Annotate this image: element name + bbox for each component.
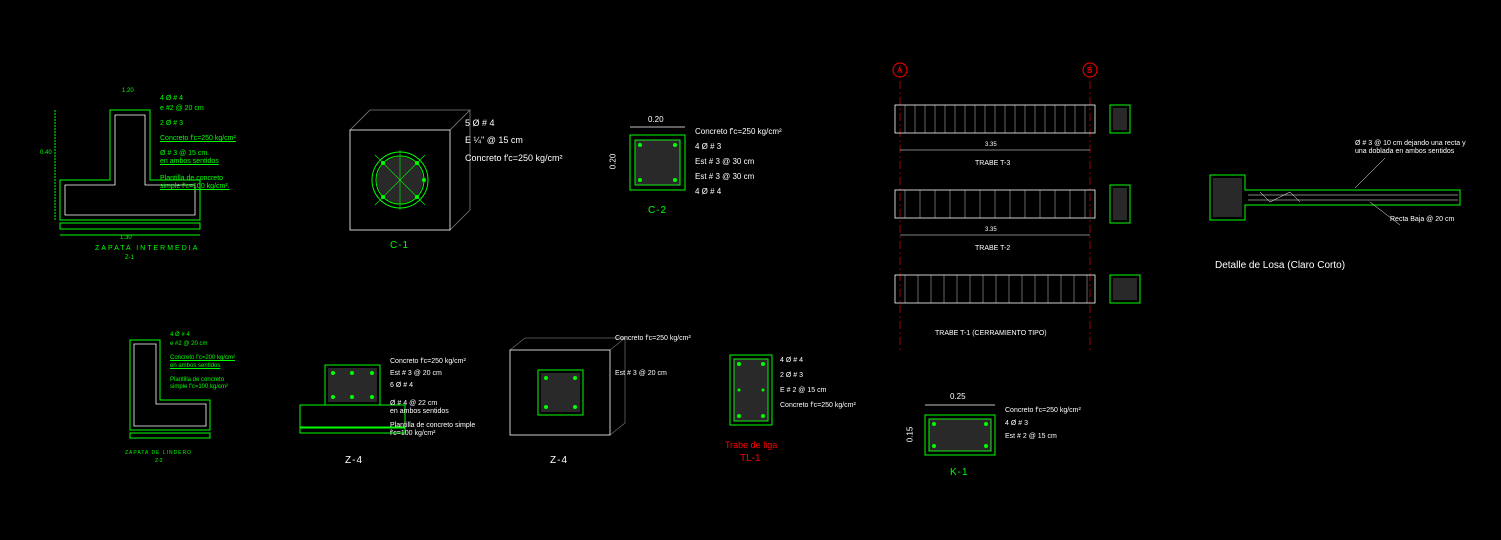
dim: 0.20 <box>648 115 664 124</box>
note: Ø # 3 @ 15 cm. <box>160 150 209 157</box>
note: e #2 @ 20 cm <box>170 341 207 347</box>
note: 5 Ø # 4 <box>465 118 495 128</box>
dim: 0.25 <box>950 392 966 401</box>
note: Recta Baja @ 20 cm <box>1390 216 1454 223</box>
note: en ambos sentidos <box>390 408 449 415</box>
note: Est # 3 @ 20 cm <box>390 370 442 377</box>
note: Concreto f'c=250 kg/cm² <box>390 358 466 365</box>
note: 4 Ø # 4 <box>780 357 803 364</box>
note: Concreto f'c=250 kg/cm² <box>160 135 236 142</box>
trabe-tl1: 4 Ø # 4 2 Ø # 3 E # 2 @ 15 cm Concreto f… <box>720 345 810 447</box>
note: 4 Ø # 4 <box>170 332 190 338</box>
dim: 3.35 <box>985 142 997 148</box>
note: Ø # 3 @ 10 cm dejando una recta y <box>1355 140 1466 147</box>
note: 4 Ø # 3 <box>695 142 721 151</box>
note: en ambos sentidos <box>170 363 220 369</box>
note: Plantilla de concreto simple <box>390 422 475 429</box>
note: en ambos sentidos <box>160 158 219 165</box>
title: ZAPATA INTERMEDIA <box>95 245 199 252</box>
trabe-t1: TRABE T-1 (CERRAMIENTO TIPO) <box>935 330 1047 337</box>
title: Z-4 <box>550 455 568 466</box>
title: C-2 <box>648 205 667 216</box>
note: 2 Ø # 3 <box>780 372 803 379</box>
column-c2: 0.20 0.20 Concreto f'c=250 kg/cm² 4 Ø # … <box>620 115 720 217</box>
dim: 0.40 <box>40 150 52 156</box>
dim: 1.20 <box>122 88 134 94</box>
note: Concreto f'c=250 kg/cm² <box>465 153 563 163</box>
note: 4 Ø # 4 <box>160 95 183 102</box>
column-c1: 5 Ø # 4 E ¼" @ 15 cm Concreto f'c=250 kg… <box>340 100 500 242</box>
note: Ø # 4 @ 22 cm <box>390 400 437 407</box>
note: Est # 2 @ 15 cm <box>1005 433 1057 440</box>
title: ZAPATA DE LINDERO <box>125 450 192 456</box>
title: C-1 <box>390 240 409 251</box>
note: 2 Ø # 3 <box>160 120 183 127</box>
note: una doblada en ambos sentidos <box>1355 148 1454 155</box>
note: Est # 3 @ 30 cm <box>695 157 754 166</box>
note: E # 2 @ 15 cm <box>780 387 826 394</box>
note: Concreto f'c=250 kg/cm² <box>695 127 782 136</box>
note: f'c=100 kg/cm² <box>390 430 436 437</box>
note: simple f'c=100 kg/cm² <box>170 384 228 390</box>
note: Concreto f'c=200 kg/cm² <box>170 355 235 361</box>
axis-a: A <box>897 66 902 75</box>
note: 6 Ø # 4 <box>390 382 413 389</box>
k1-section: 0.25 0.15 Concreto f'c=250 kg/cm² 4 Ø # … <box>910 395 1030 477</box>
title: Trabe de liga <box>725 440 777 450</box>
detalle-losa: Ø # 3 @ 10 cm dejando una recta y una do… <box>1200 150 1480 272</box>
note: simple f'c=100 kg/cm². <box>160 183 230 190</box>
zapata-lindero: 4 Ø # 4 e #2 @ 20 cm Concreto f'c=200 kg… <box>70 320 250 472</box>
dim: 1.30 <box>120 235 132 241</box>
note: 4 Ø # 3 <box>1005 420 1028 427</box>
note: Plantilla de concreto <box>160 175 223 182</box>
note: E ¼" @ 15 cm <box>465 135 523 145</box>
trabe-t2: TRABE T-2 <box>975 245 1010 252</box>
note: Concreto f'c=250 kg/cm² <box>1005 407 1081 414</box>
note: 4 Ø # 4 <box>695 187 721 196</box>
dim: 3.35 <box>985 227 997 233</box>
note: Concreto f'c=250 kg/cm² <box>615 335 691 342</box>
z4-plan-b: Concreto f'c=250 kg/cm² Est # 3 @ 20 cm … <box>500 330 630 452</box>
zapata-intermedia: 4 Ø # 4 e #2 @ 20 cm 2 Ø # 3 Concreto f'… <box>50 80 250 262</box>
subtitle: Z-2 <box>155 458 163 464</box>
axis-b: B <box>1087 66 1092 75</box>
note: Est # 3 @ 20 cm <box>615 370 667 377</box>
note: Est # 3 @ 30 cm <box>695 172 754 181</box>
dim: 0.15 <box>905 427 914 443</box>
dim: 0.20 <box>608 154 617 170</box>
trabe-t3: TRABE T-3 <box>975 160 1010 167</box>
title: Z-4 <box>345 455 363 466</box>
note: Plantilla de concreto <box>170 377 224 383</box>
note: Concreto f'c=250 kg/cm² <box>780 402 856 409</box>
title: Detalle de Losa (Claro Corto) <box>1215 260 1345 271</box>
subtitle: Z-1 <box>125 255 134 261</box>
z4-section-a: Concreto f'c=250 kg/cm² Est # 3 @ 20 cm … <box>290 350 440 462</box>
title: TL-1 <box>740 453 761 464</box>
trabes-elevations: A B TRABE T-3 TRABE T-2 TRABE T-1 (CERRA… <box>870 60 1190 362</box>
note: e #2 @ 20 cm <box>160 105 204 112</box>
title: K-1 <box>950 467 969 478</box>
